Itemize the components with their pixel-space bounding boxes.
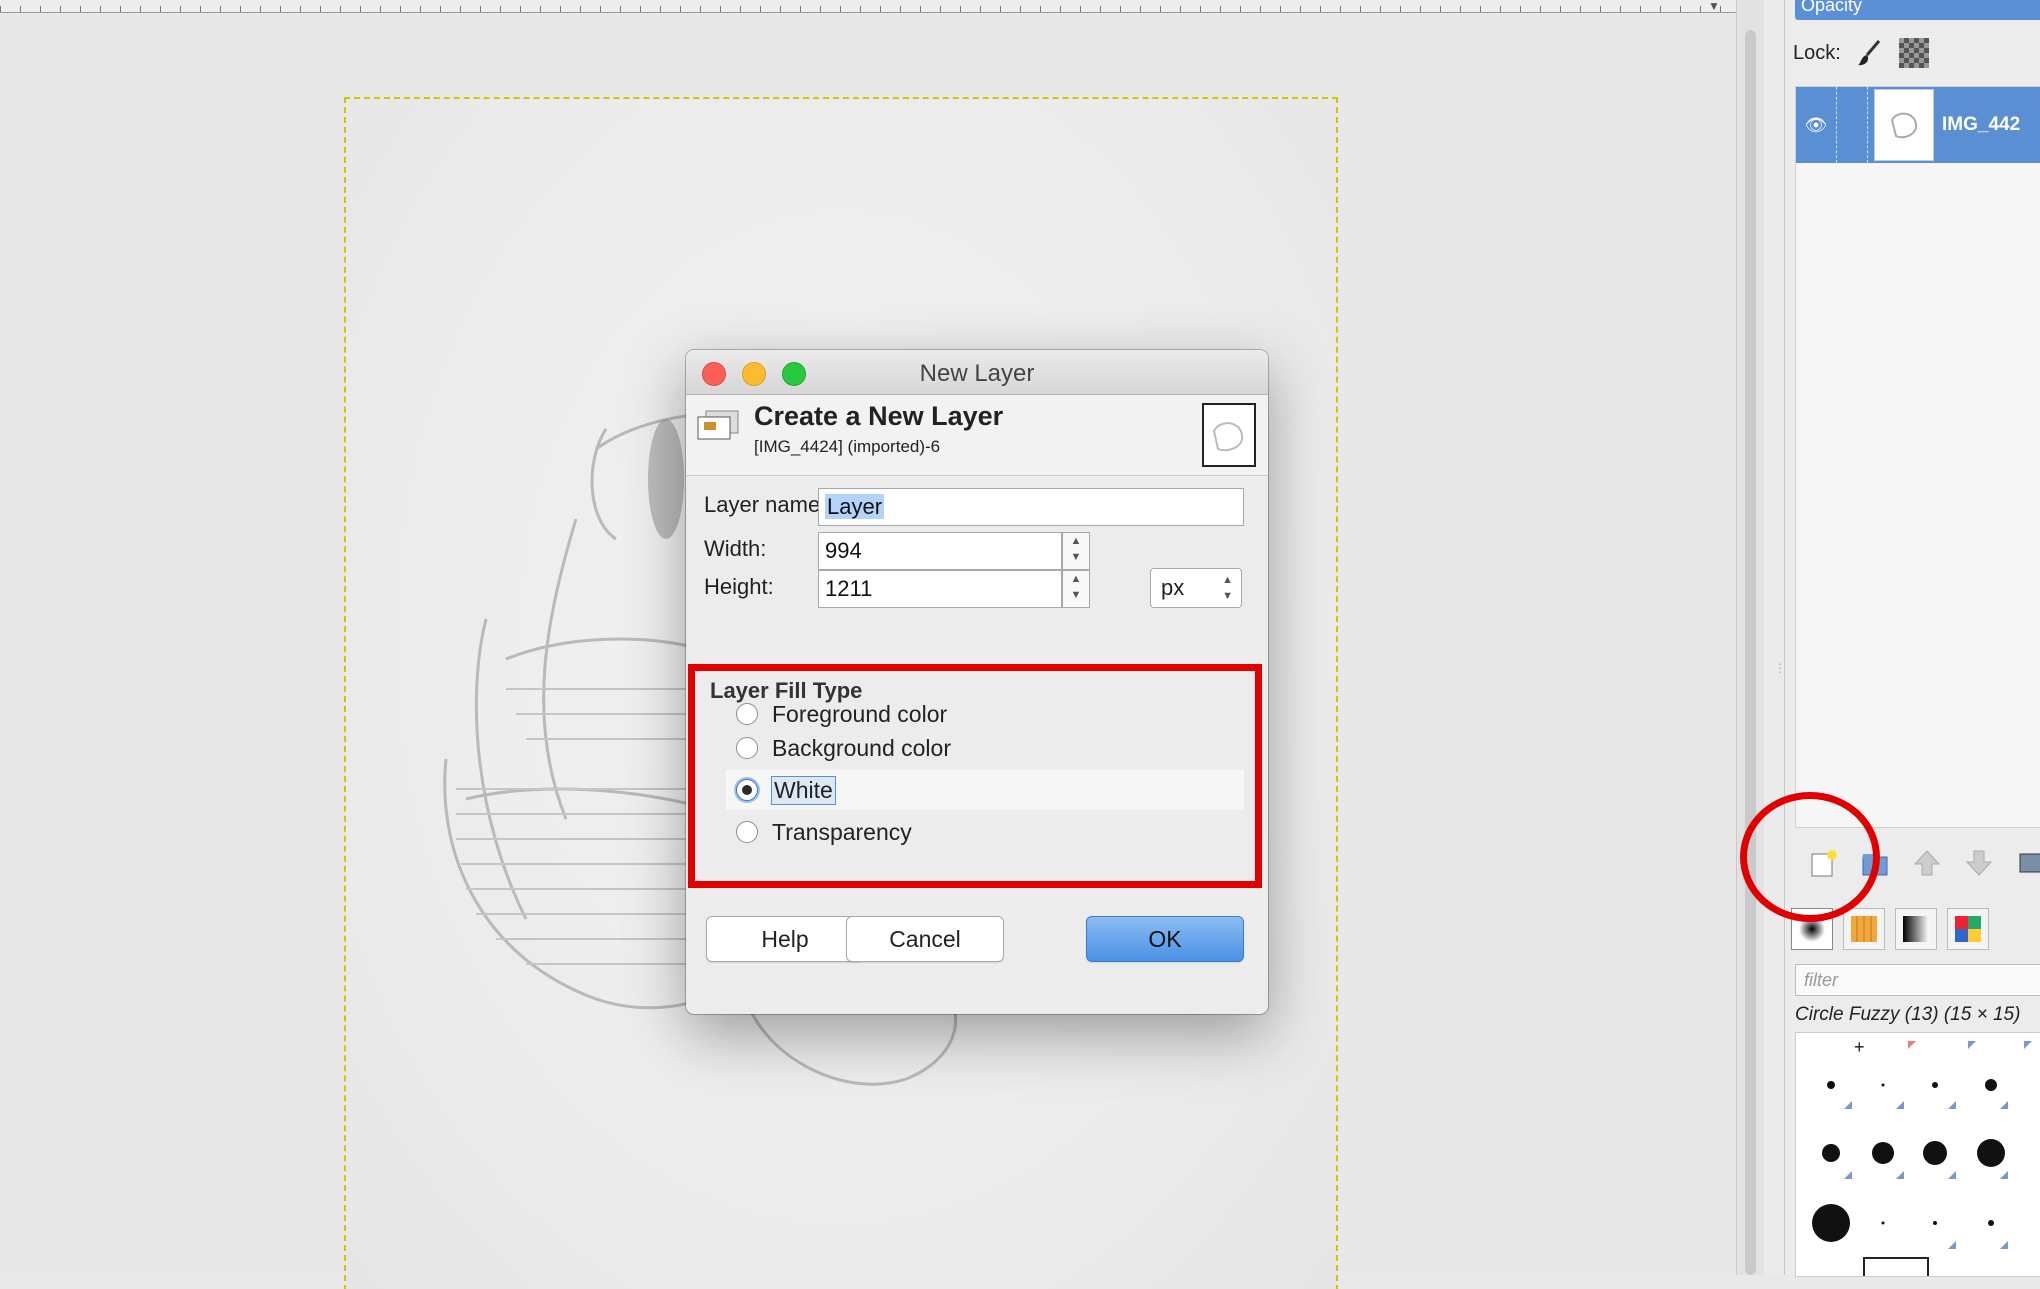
layer-chain-toggle[interactable] bbox=[1836, 87, 1868, 163]
dialog-header-subtitle: [IMG_4424] (imported)-6 bbox=[754, 437, 941, 456]
opacity-label: Opacity bbox=[1801, 0, 1863, 15]
layers-list[interactable]: 👁 IMG_442 bbox=[1795, 86, 2040, 828]
palettes-tab-icon[interactable] bbox=[1947, 908, 1989, 950]
new-layer-header-icon bbox=[697, 410, 739, 440]
lower-layer-icon[interactable] bbox=[1963, 847, 1995, 879]
image-preview-thumbnail bbox=[1202, 403, 1256, 467]
new-layer-dialog: New Layer Create a New Layer [IMG_4424] … bbox=[686, 350, 1268, 1014]
lock-paint-brush-icon[interactable] bbox=[1853, 36, 1887, 70]
dialog-header-title: Create a New Layer bbox=[754, 401, 1004, 431]
unit-value: px bbox=[1161, 575, 1185, 600]
annotation-red-box bbox=[688, 664, 1262, 888]
dialog-titlebar[interactable]: New Layer bbox=[686, 350, 1268, 395]
patterns-tab-icon[interactable] bbox=[1843, 908, 1885, 950]
gradients-tab-icon[interactable] bbox=[1895, 908, 1937, 950]
dialog-header: Create a New Layer [IMG_4424] (imported)… bbox=[686, 395, 1268, 476]
width-spinner[interactable]: ▲ ▼ bbox=[1062, 532, 1090, 570]
dock-separator[interactable] bbox=[1764, 0, 1785, 1275]
lock-alpha-icon[interactable] bbox=[1898, 38, 1929, 68]
width-input[interactable]: 994 bbox=[818, 532, 1062, 570]
height-spinner[interactable]: ▲ ▼ bbox=[1062, 570, 1090, 608]
lock-row: Lock: bbox=[1793, 38, 1929, 68]
lock-label: Lock: bbox=[1793, 41, 1841, 64]
raise-layer-icon[interactable] bbox=[1911, 847, 1943, 879]
ok-button[interactable]: OK bbox=[1086, 916, 1244, 962]
visibility-eye-icon[interactable]: 👁 bbox=[1796, 115, 1836, 136]
opacity-slider[interactable]: Opacity bbox=[1795, 0, 2040, 20]
layer-thumbnail bbox=[1874, 89, 1934, 161]
layers-dock: Opacity Lock: 👁 IMG_442 filter Circle Fu… bbox=[1785, 0, 2040, 1277]
cancel-button[interactable]: Cancel bbox=[846, 916, 1004, 962]
plus-brush-icon: + bbox=[1854, 1037, 1865, 1057]
layer-name[interactable]: IMG_442 bbox=[1942, 114, 2020, 136]
height-label: Height: bbox=[704, 574, 774, 599]
brush-grid[interactable]: + bbox=[1795, 1032, 2040, 1277]
height-input[interactable]: 1211 bbox=[818, 570, 1062, 608]
unit-select[interactable]: px ▲ ▼ bbox=[1150, 568, 1242, 608]
layer-name-label: Layer name: bbox=[704, 492, 827, 517]
dialog-window-title: New Layer bbox=[919, 360, 1035, 387]
ruler-menu-arrow-icon[interactable]: ▼ bbox=[1708, 0, 1720, 12]
brush-filter-input[interactable]: filter bbox=[1795, 964, 2040, 996]
duplicate-layer-icon[interactable] bbox=[2015, 847, 2040, 879]
layer-name-input[interactable]: Layer bbox=[818, 488, 1244, 526]
width-label: Width: bbox=[704, 536, 767, 561]
layer-name-value: Layer bbox=[825, 494, 885, 519]
vertical-scrollbar[interactable] bbox=[1736, 0, 1765, 1275]
layer-row[interactable]: 👁 IMG_442 bbox=[1796, 87, 2040, 163]
scrollbar-thumb[interactable] bbox=[1745, 30, 1756, 1275]
horizontal-ruler bbox=[0, 0, 1738, 13]
annotation-red-circle bbox=[1740, 792, 1880, 922]
unit-select-arrows-icon: ▲ ▼ bbox=[1222, 574, 1233, 602]
help-button[interactable]: Help bbox=[706, 916, 864, 962]
brush-name: Circle Fuzzy (13) (15 × 15) bbox=[1795, 1004, 2021, 1025]
